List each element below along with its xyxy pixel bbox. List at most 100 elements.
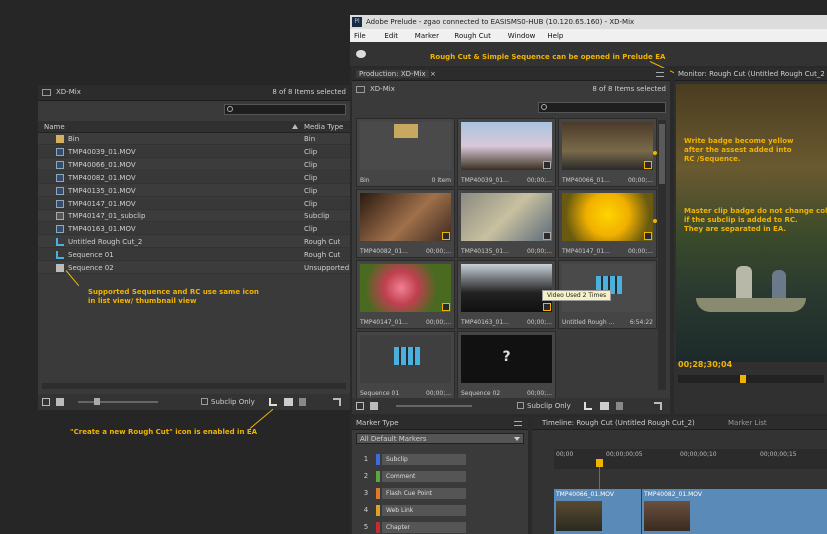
list-row-type: Clip [304,199,318,208]
list-row[interactable]: Bin Bin [38,133,350,145]
menu-item-help[interactable]: Help [547,32,563,40]
list-row-name: TMP40147_01.MOV [68,199,136,208]
rough-cut-icon [56,251,64,260]
monitor-scrubber[interactable] [678,375,824,383]
thumbnail-item[interactable]: Sequence 01 00;00;... [356,331,455,400]
list-row[interactable]: TMP40082_01.MOV Clip [38,171,350,184]
thumbnail-item[interactable]: TMP40039_01... 00;00;... [457,118,556,187]
panel-menu-icon[interactable] [656,72,664,77]
subclip-only-checkbox[interactable] [201,398,208,405]
tab-marker-type[interactable]: Marker Type [356,419,399,427]
clip-label: TMP40082_01.MOV [644,491,702,498]
clip-icon [56,173,64,182]
list-row[interactable]: TMP40147_01.MOV Clip [38,197,350,210]
zoom-slider[interactable] [396,405,472,407]
list-row[interactable]: Sequence 01 Rough Cut [38,249,350,262]
column-media-type[interactable]: Media Type [304,123,343,131]
close-icon[interactable]: × [430,70,436,78]
grid-scrollbar[interactable] [658,120,666,390]
timeline-ruler[interactable]: 00;00 00;00;00;05 00;00;00;10 00;00;00;15 [554,449,827,469]
marker-list: 1 Subclip 2 Comment 3 Flash Cue Point 4 Web Lin… [352,453,528,534]
new-bin-icon[interactable] [600,402,609,410]
list-row[interactable]: TMP40039_01.MOV Clip [38,145,350,158]
thumbnail-item[interactable]: ? Sequence 02 00;00;... [457,331,556,400]
thumbnail-item[interactable]: Bin 0 Item [356,118,455,187]
delete-icon[interactable] [616,402,623,410]
left-bottom-toolbar: Subclip Only [38,394,350,410]
column-name[interactable]: Name [44,123,65,131]
list-row-type: Rough Cut [304,238,341,247]
marker-type-item[interactable]: 1 Subclip [360,453,470,466]
marker-type-item[interactable]: 5 Chapter [360,521,470,534]
tab-production[interactable]: Production: XD-Mix [356,70,429,78]
menu-item-marker[interactable]: Marker [415,32,439,40]
production-search-input[interactable] [538,102,666,113]
new-bin-icon[interactable] [284,398,293,406]
list-row-type: Subclip [304,212,330,221]
thumbnail-view-icon[interactable] [56,398,64,406]
list-row[interactable]: Untitled Rough Cut_2 Rough Cut [38,236,350,249]
timeline-tab-bar: Timeline: Rough Cut (Untitled Rough Cut_… [532,417,827,430]
production-bottom-toolbar: Subclip Only [352,398,670,414]
list-row[interactable]: TMP40135_01.MOV Clip [38,184,350,197]
ingest-icon[interactable] [356,50,366,58]
marker-filter-select[interactable]: All Default Markers [356,433,524,444]
delete-icon[interactable] [299,398,306,406]
grid-scrollbar-thumb[interactable] [659,124,665,184]
thumbnail-meta: 00;00;... [526,177,552,184]
list-row[interactable]: TMP40066_01.MOV Clip [38,158,350,171]
subclip-only-checkbox[interactable] [517,402,524,409]
playhead-icon[interactable] [596,459,603,467]
list-row-type: Clip [304,147,318,156]
list-row-type: Clip [304,225,318,234]
rough-cut-icon [394,347,420,365]
thumbnail-item[interactable]: TMP40147_01... 00;00;... [558,189,657,258]
panel-menu-icon[interactable] [514,421,522,426]
timeline-panel: Timeline: Rough Cut (Untitled Rough Cut_… [532,417,827,534]
new-rough-cut-icon[interactable] [269,398,277,406]
marker-type-item[interactable]: 3 Flash Cue Point [360,487,470,500]
callout-write-badge: Write badge become yellow after the asse… [684,137,794,163]
thumbnail-item[interactable]: TMP40066_01... 00;00;... [558,118,657,187]
list-row[interactable]: TMP40163_01.MOV Clip [38,223,350,236]
tab-monitor[interactable]: Monitor: Rough Cut (Untitled Rough Cut_2… [678,70,824,78]
marker-label: Flash Cue Point [382,488,466,499]
clip-label: TMP40066_01.MOV [556,491,614,498]
zoom-slider-handle[interactable] [94,398,100,405]
left-scrollbar[interactable] [42,383,346,389]
list-view-icon[interactable] [356,402,364,410]
left-search-input[interactable] [224,104,346,115]
track-clip-1[interactable]: TMP40066_01.MOV [554,489,642,534]
menu-item-file[interactable]: File [354,32,366,40]
callout-top: Rough Cut & Simple Sequence can be opene… [430,53,666,61]
list-row[interactable]: TMP40147_01_subclip Subclip [38,210,350,223]
menu-item-rough-cut[interactable]: Rough Cut [454,32,490,40]
marker-type-item[interactable]: 2 Comment [360,470,470,483]
new-rough-cut-icon[interactable] [584,402,592,410]
expand-icon[interactable] [333,398,341,406]
thumbnail-item[interactable]: TMP40082_01... 00;00;... [356,189,455,258]
tab-marker-list[interactable]: Marker List [728,419,767,427]
tab-timeline[interactable]: Timeline: Rough Cut (Untitled Rough Cut_… [542,419,695,427]
menu-item-edit[interactable]: Edit [384,32,398,40]
thumbnail-view-icon[interactable] [370,402,378,410]
chevron-down-icon [514,437,520,441]
expand-icon[interactable] [654,402,662,410]
window-title: Adobe Prelude - zgao connected to EASISM… [366,18,635,26]
marker-color-swatch [376,471,380,482]
list-view-icon[interactable] [42,398,50,406]
thumbnail-grid: Bin 0 Item TMP40039_01... 00;00;... TMP40066… [356,118,657,400]
list-row[interactable]: Sequence 02 Unsupported [38,262,350,274]
thumbnail-item[interactable]: TMP40147_01... 00;00;... [356,260,455,329]
thumbnail-preview [461,264,552,312]
menu-item-window[interactable]: Window [508,32,536,40]
marker-type-item[interactable]: 4 Web Link [360,504,470,517]
video-track: TMP40066_01.MOV TMP40082_01.MOV [554,489,827,534]
ruler-tick-label: 00;00 [556,451,574,458]
thumbnail-preview [562,193,653,241]
thumbnail-preview [461,122,552,170]
track-clip-2[interactable]: TMP40082_01.MOV [642,489,827,534]
playhead-icon[interactable] [740,375,746,383]
zoom-slider[interactable] [78,401,158,403]
thumbnail-item[interactable]: TMP40135_01... 00;00;... [457,189,556,258]
